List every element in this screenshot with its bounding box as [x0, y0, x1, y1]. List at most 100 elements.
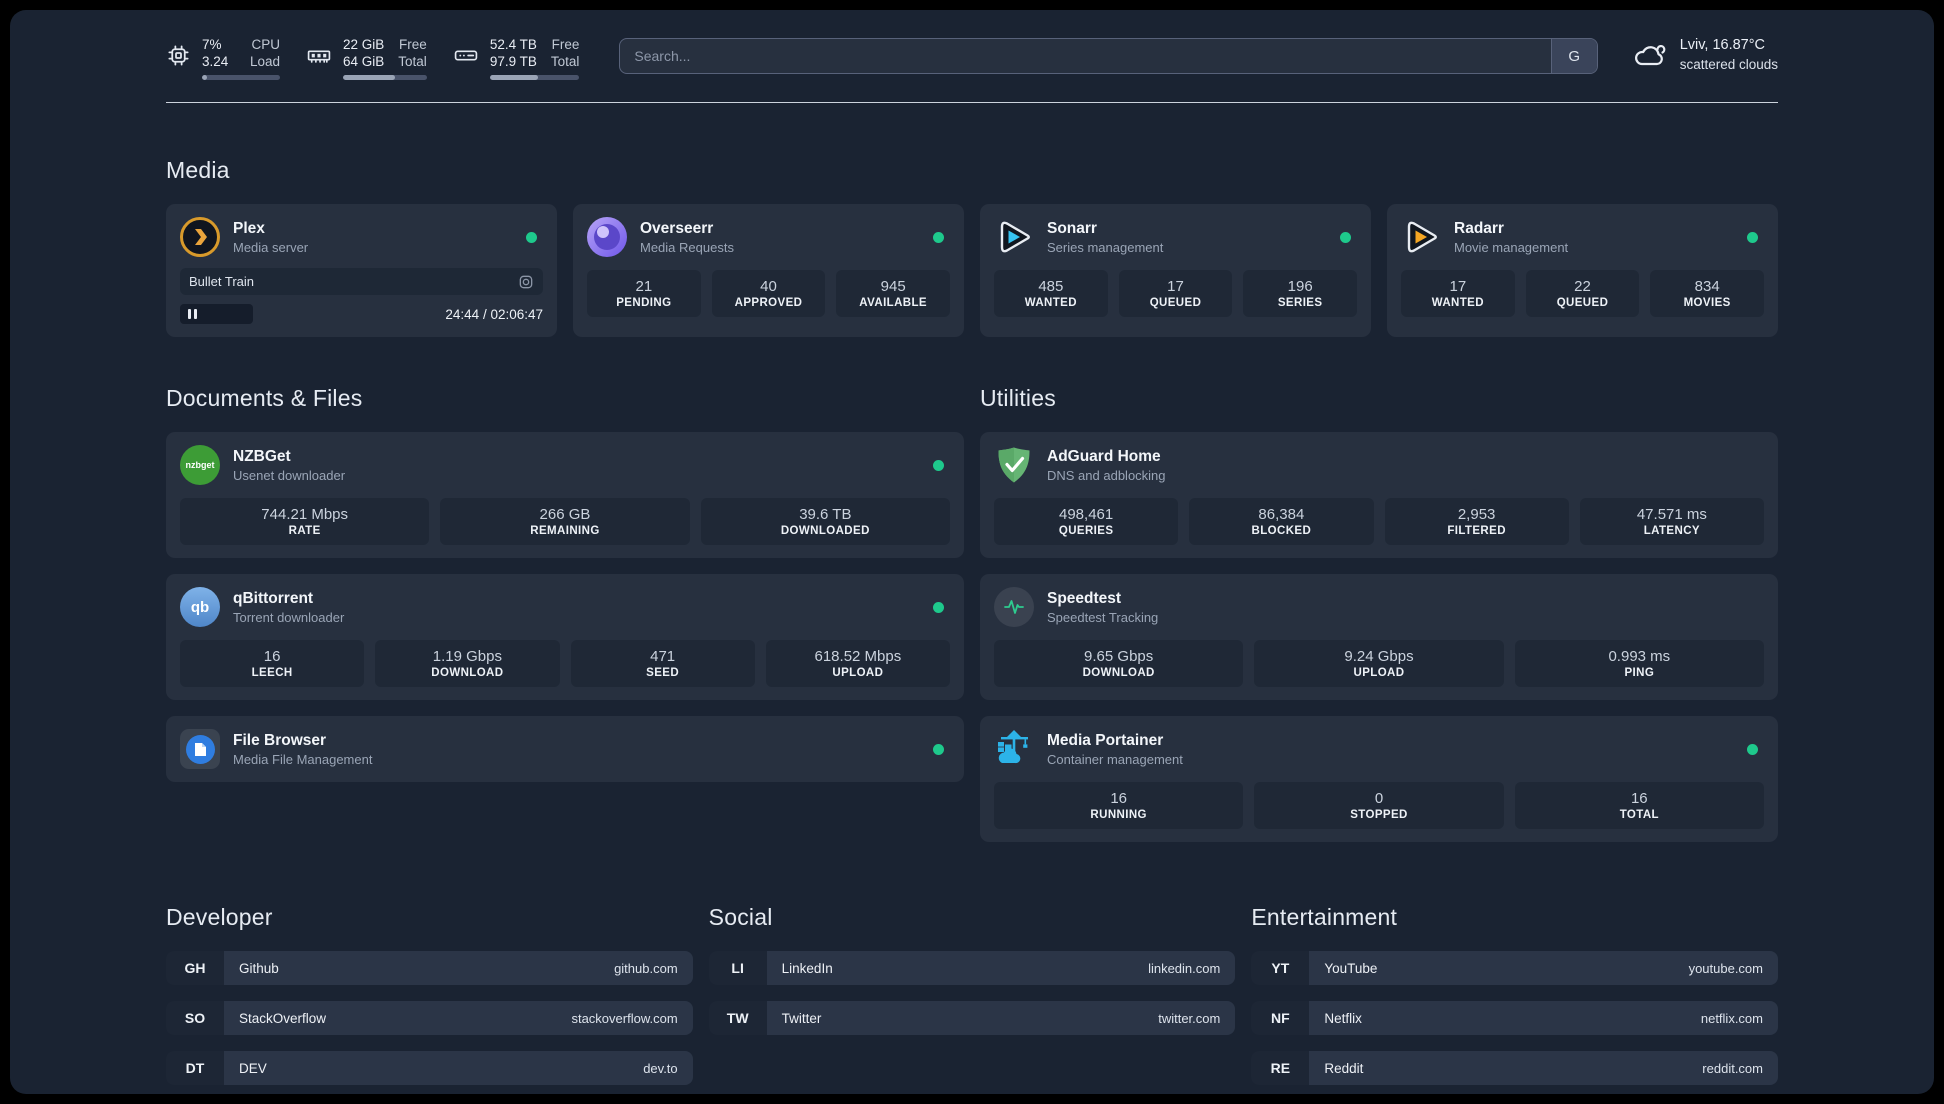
- link-youtube[interactable]: YT YouTube youtube.com: [1251, 951, 1778, 985]
- status-dot-plex: [526, 231, 537, 243]
- link-linkedin[interactable]: LI LinkedIn linkedin.com: [708, 951, 1236, 985]
- section-title-developer: Developer: [166, 904, 273, 930]
- session-icon[interactable]: [518, 274, 534, 290]
- plex-icon: [180, 217, 220, 257]
- card-plex[interactable]: Plex Media server Bullet Train 24:44 / 0…: [166, 204, 557, 337]
- stat-download: 9.65 Gbps DOWNLOAD: [994, 640, 1244, 687]
- link-abbr: YT: [1251, 951, 1310, 985]
- card-adguard[interactable]: AdGuard Home DNS and adblocking 498,461 Q…: [980, 432, 1778, 558]
- disk-stat: 52.4 TB Free 97.9 TB Total: [453, 36, 580, 80]
- speedtest-icon: [994, 587, 1034, 627]
- stat-available: 945 AVAILABLE: [836, 270, 950, 317]
- app-subtitle-adguard: DNS and adblocking: [1047, 467, 1166, 483]
- status-dot-radarr: [1747, 231, 1758, 243]
- status-dot-sonarr: [1340, 231, 1351, 243]
- cpu-stat: 7% CPU 3.24 Load: [166, 36, 280, 80]
- stat-leech: 16 LEECH: [180, 640, 365, 687]
- app-subtitle-qbittorrent: Torrent downloader: [233, 609, 345, 625]
- cpu-label2: Load: [249, 54, 280, 69]
- stat-seed: 471 SEED: [570, 640, 755, 687]
- stat-download: 1.19 Gbps DOWNLOAD: [375, 640, 560, 687]
- stat-movies: 834 MOVIES: [1650, 270, 1764, 317]
- link-url: dev.to: [643, 1060, 678, 1076]
- card-radarr[interactable]: Radarr Movie management 17 WANTED 22 QUEUE…: [1387, 204, 1778, 337]
- link-stackoverflow[interactable]: SO StackOverflow stackoverflow.com: [166, 1001, 693, 1035]
- cpu-progressbar: [202, 75, 280, 80]
- link-github[interactable]: GH Github github.com: [166, 951, 693, 985]
- stat-upload: 9.24 Gbps UPLOAD: [1254, 640, 1504, 687]
- app-subtitle-sonarr: Series management: [1047, 239, 1164, 255]
- link-url: linkedin.com: [1148, 960, 1221, 976]
- disk-progressbar: [489, 75, 580, 80]
- card-speedtest[interactable]: Speedtest Speedtest Tracking 9.65 Gbps DO…: [980, 574, 1778, 700]
- stat-ping: 0.993 ms PING: [1514, 640, 1764, 687]
- playback-row: 24:44 / 02:06:47: [180, 304, 543, 324]
- link-twitter[interactable]: TW Twitter twitter.com: [708, 1001, 1236, 1035]
- section-title-media: Media: [166, 157, 230, 183]
- link-url: netflix.com: [1700, 1010, 1763, 1026]
- app-name-radarr: Radarr: [1454, 219, 1504, 237]
- stat-remaining: 266 GB REMAINING: [440, 498, 690, 545]
- disk-total: 97.9 TB: [489, 54, 537, 69]
- qbittorrent-icon: qb: [180, 587, 220, 627]
- app-name-sonarr: Sonarr: [1047, 219, 1097, 237]
- stat-blocked: 86,384 BLOCKED: [1189, 498, 1374, 545]
- filebrowser-icon: [180, 729, 220, 769]
- playback-time: 24:44 / 02:06:47: [445, 306, 543, 322]
- section-title-documents: Documents & Files: [166, 385, 363, 411]
- status-dot-filebrowser: [933, 743, 944, 755]
- dashboard-page: 7% CPU 3.24 Load 22 GiB Free 64 GiB Total: [10, 10, 1934, 1094]
- memory-label2: Total: [398, 54, 427, 69]
- link-abbr: NF: [1251, 1001, 1310, 1035]
- card-filebrowser[interactable]: File Browser Media File Management: [166, 716, 964, 782]
- link-abbr: TW: [708, 1001, 767, 1035]
- section-social: Social LI LinkedIn linkedin.com TW Twitte…: [708, 904, 1236, 1094]
- app-name-nzbget: NZBGet: [233, 447, 291, 465]
- link-reddit[interactable]: RE Reddit reddit.com: [1251, 1051, 1778, 1085]
- link-abbr: SO: [166, 1001, 224, 1035]
- memory-progressbar: [343, 75, 427, 80]
- section-media: Media Plex Media server Bullet Train 24:…: [166, 157, 1778, 337]
- link-name: Reddit: [1324, 1060, 1364, 1076]
- card-portainer[interactable]: Media Portainer Container management 16 R…: [980, 716, 1778, 842]
- stat-queued: 17 QUEUED: [1118, 270, 1233, 317]
- pause-button[interactable]: [180, 304, 253, 324]
- section-utilities: Utilities AdGuard Home DNS and adblockin…: [980, 385, 1778, 842]
- disk-label2: Total: [550, 54, 580, 69]
- section-title-entertainment: Entertainment: [1251, 904, 1398, 930]
- status-dot-nzbget: [933, 459, 944, 471]
- sonarr-icon: [994, 217, 1034, 257]
- link-url: twitter.com: [1158, 1010, 1221, 1026]
- portainer-icon: [994, 729, 1034, 769]
- card-overseerr[interactable]: Overseerr Media Requests 21 PENDING 40 APP…: [573, 204, 964, 337]
- topbar: 7% CPU 3.24 Load 22 GiB Free 64 GiB Total: [166, 36, 1778, 80]
- card-sonarr[interactable]: Sonarr Series management 485 WANTED 17 QUE…: [980, 204, 1371, 337]
- stat-downloaded: 39.6 TB DOWNLOADED: [700, 498, 950, 545]
- card-qbittorrent[interactable]: qb qBittorrent Torrent downloader 16 LEEC…: [166, 574, 964, 700]
- overseerr-icon: [587, 217, 627, 257]
- memory-icon: [307, 50, 331, 63]
- search-bar: G: [619, 38, 1598, 74]
- stat-series: 196 SERIES: [1243, 270, 1357, 317]
- app-name-portainer: Media Portainer: [1047, 731, 1164, 749]
- link-abbr: GH: [166, 951, 224, 985]
- card-nzbget[interactable]: nzbget NZBGet Usenet downloader 744.21 M…: [166, 432, 964, 558]
- link-name: Netflix: [1324, 1010, 1362, 1026]
- stat-stopped: 0 STOPPED: [1254, 782, 1504, 829]
- search-input[interactable]: [620, 39, 1551, 73]
- link-dev[interactable]: DT DEV dev.to: [166, 1051, 693, 1085]
- memory-stat: 22 GiB Free 64 GiB Total: [306, 36, 427, 80]
- app-subtitle-radarr: Movie management: [1454, 239, 1569, 255]
- cpu-icon: [168, 45, 189, 66]
- app-subtitle-portainer: Container management: [1047, 751, 1183, 767]
- stat-filtered: 2,953 FILTERED: [1384, 498, 1569, 545]
- stat-queries: 498,461 QUERIES: [994, 498, 1179, 545]
- app-subtitle-plex: Media server: [233, 239, 309, 255]
- stat-rate: 744.21 Mbps RATE: [180, 498, 430, 545]
- link-netflix[interactable]: NF Netflix netflix.com: [1251, 1001, 1778, 1035]
- app-name-adguard: AdGuard Home: [1047, 447, 1161, 465]
- now-playing-title: Bullet Train: [189, 274, 255, 289]
- stat-pending: 21 PENDING: [587, 270, 701, 317]
- search-engine-button[interactable]: G: [1550, 39, 1597, 73]
- stat-total: 16 TOTAL: [1514, 782, 1764, 829]
